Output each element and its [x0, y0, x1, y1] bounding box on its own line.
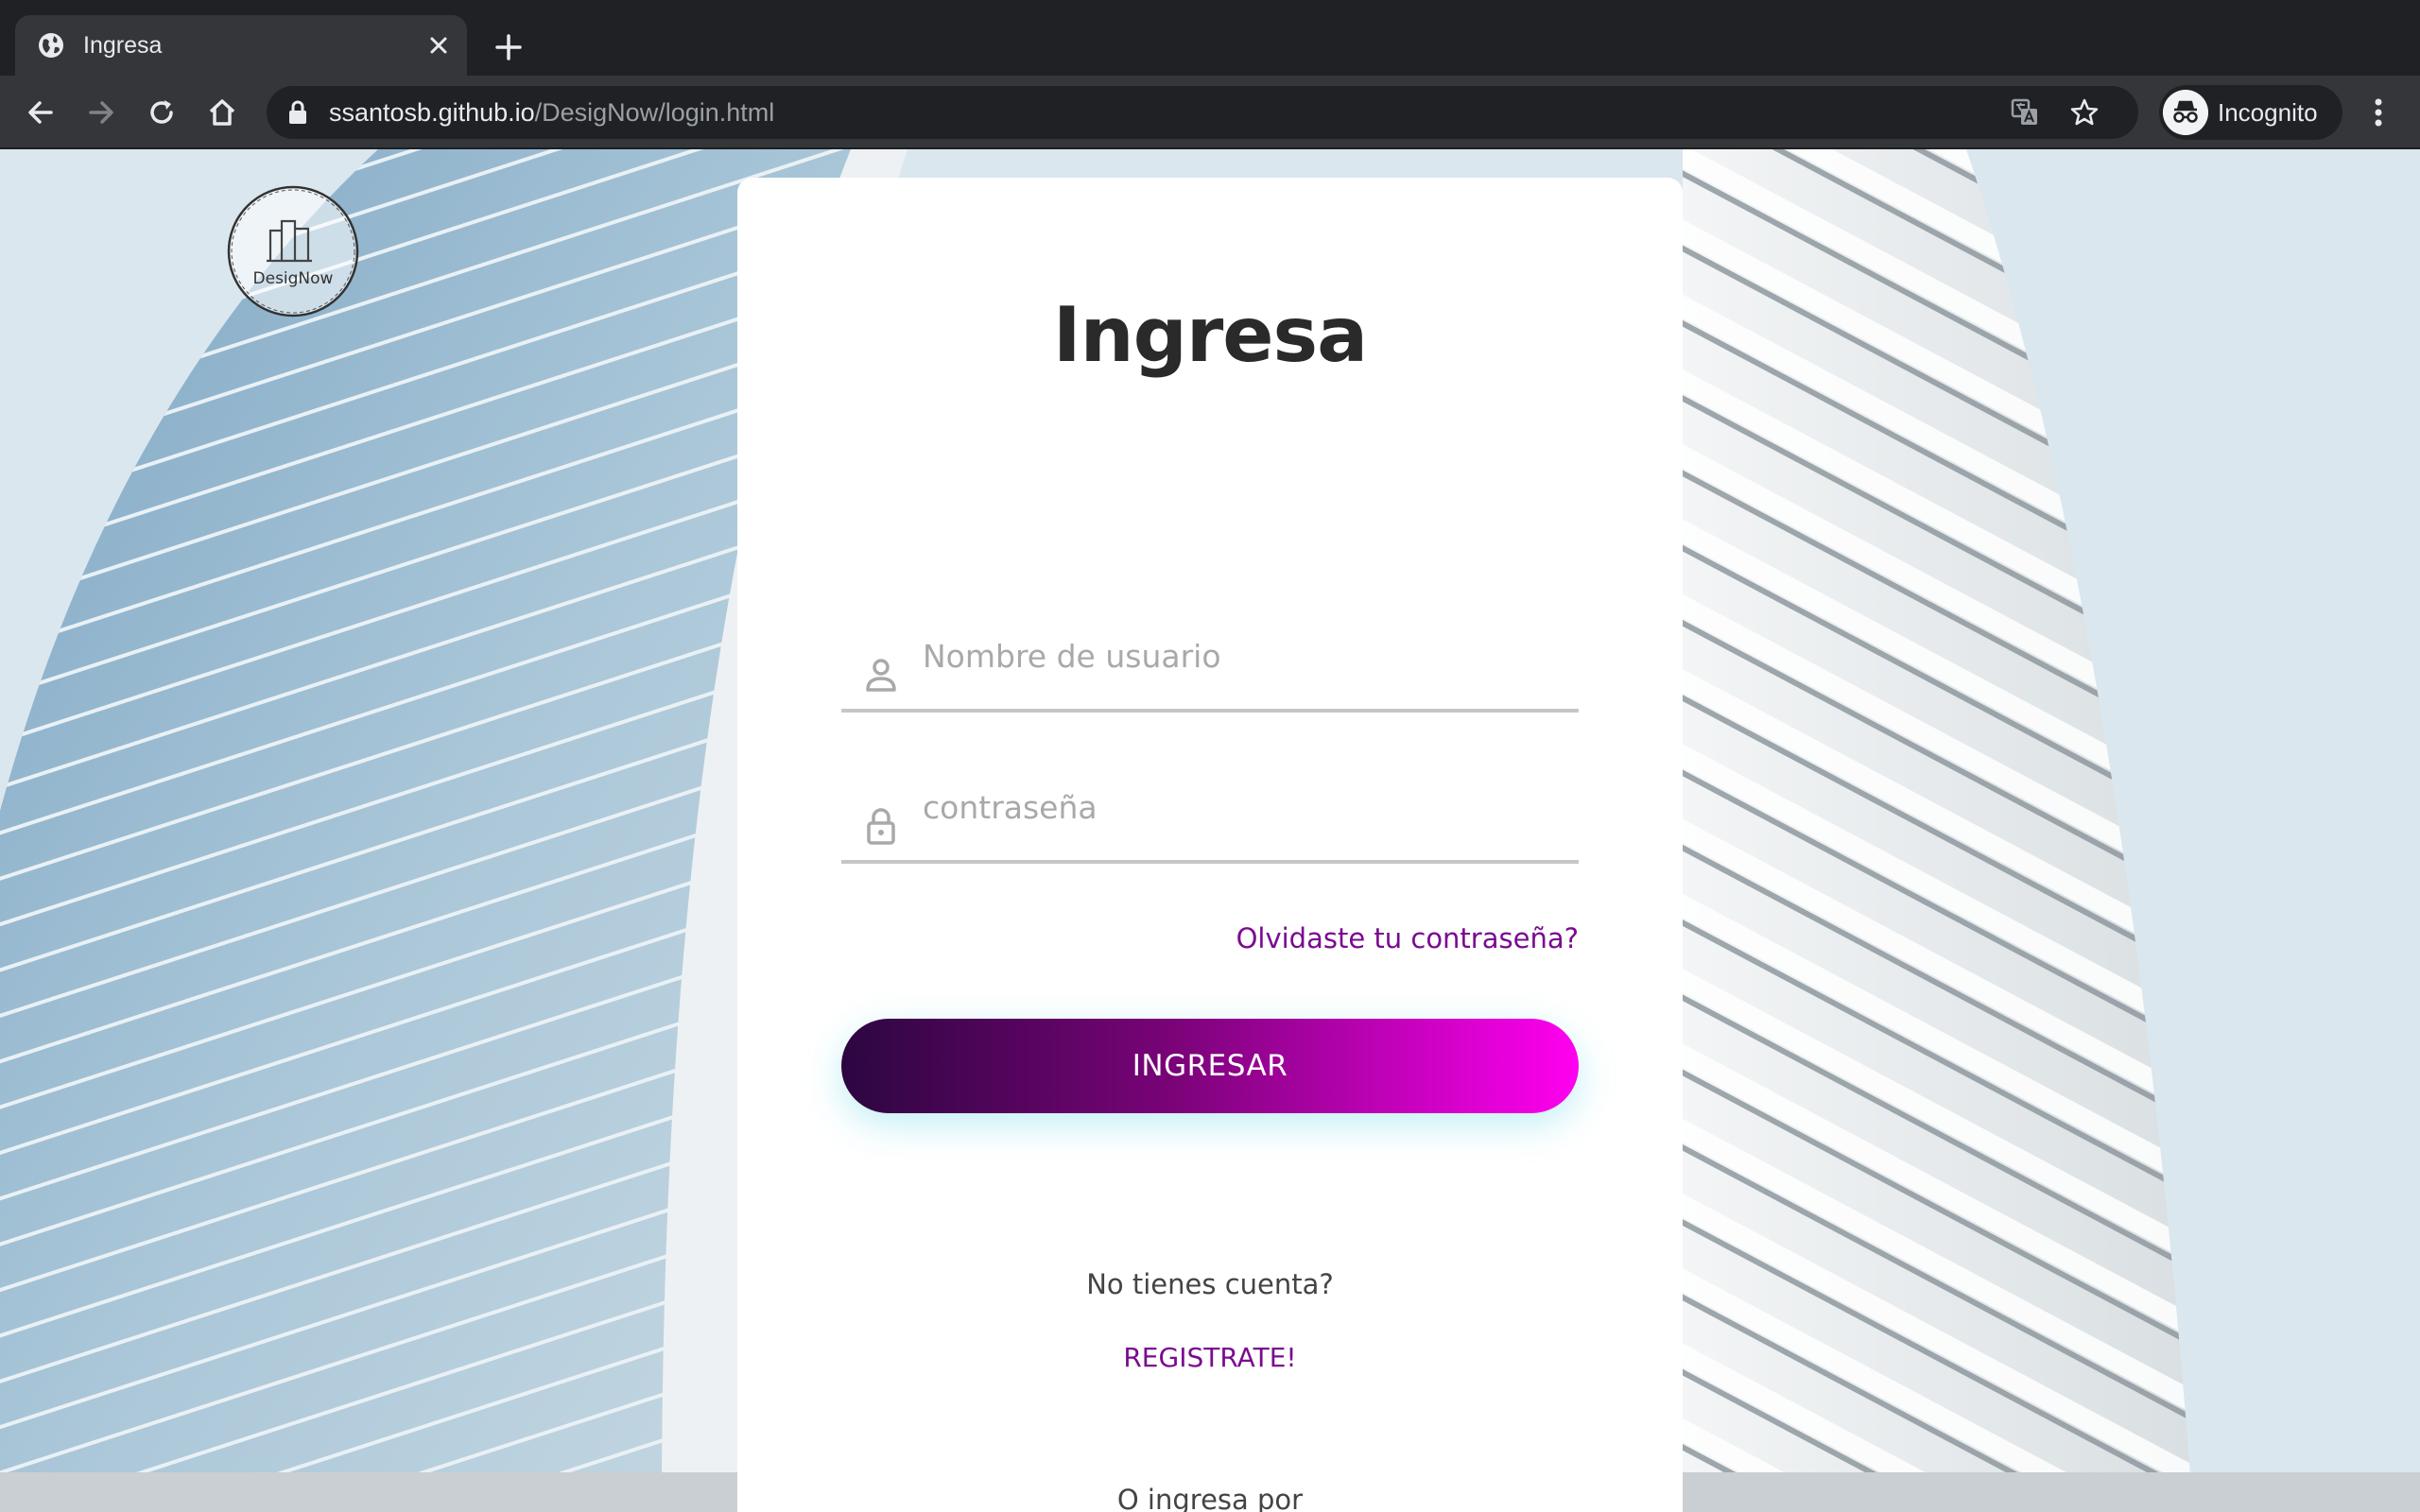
- tab-title: Ingresa: [83, 32, 163, 59]
- translate-icon[interactable]: [2010, 97, 2040, 128]
- page-viewport: DesigNow Ingresa Olvidaste tu contraseña…: [0, 149, 2420, 1512]
- globe-icon: [39, 33, 63, 58]
- username-field-wrapper: [841, 609, 1579, 713]
- url-host: ssantosb.github.io: [329, 98, 535, 127]
- back-icon[interactable]: [23, 94, 59, 130]
- forgot-password-link[interactable]: Olvidaste tu contraseña?: [1236, 922, 1579, 954]
- page-title: Ingresa: [1052, 291, 1368, 379]
- incognito-label: Incognito: [2218, 98, 2318, 127]
- address-bar[interactable]: ssantosb.github.io/DesigNow/login.html: [267, 86, 2138, 139]
- close-icon[interactable]: [424, 30, 454, 60]
- browser-toolbar: ssantosb.github.io/DesigNow/login.html I…: [0, 76, 2420, 149]
- plus-icon[interactable]: [492, 30, 526, 64]
- more-vert-icon[interactable]: [2363, 94, 2394, 130]
- home-icon[interactable]: [204, 94, 240, 130]
- star-icon[interactable]: [2068, 96, 2100, 129]
- no-account-text: No tienes cuenta?: [1086, 1268, 1334, 1300]
- password-input[interactable]: [923, 760, 1575, 854]
- password-field-wrapper: [841, 760, 1579, 864]
- register-link[interactable]: REGISTRATE!: [737, 1342, 1683, 1373]
- incognito-icon: [2163, 90, 2208, 135]
- login-card: Ingresa Olvidaste tu contraseña? INGRESA…: [737, 178, 1683, 1512]
- designow-logo[interactable]: DesigNow: [225, 183, 361, 319]
- url-text: ssantosb.github.io/DesigNow/login.html: [329, 86, 774, 139]
- login-button[interactable]: INGRESAR: [841, 1019, 1579, 1113]
- svg-text:DesigNow: DesigNow: [253, 269, 334, 288]
- incognito-indicator[interactable]: Incognito: [2159, 85, 2342, 140]
- user-icon: [866, 659, 896, 692]
- username-input[interactable]: [923, 609, 1575, 703]
- lock-icon: [867, 808, 895, 845]
- reload-icon[interactable]: [144, 94, 180, 130]
- lock-icon: [289, 100, 306, 124]
- alt-login-text: O ingresa por: [1116, 1484, 1304, 1512]
- forward-icon[interactable]: [83, 94, 119, 130]
- browser-tab-strip: Ingresa: [0, 0, 2420, 76]
- browser-tab[interactable]: Ingresa: [15, 15, 467, 76]
- url-path: /DesigNow/login.html: [534, 98, 775, 127]
